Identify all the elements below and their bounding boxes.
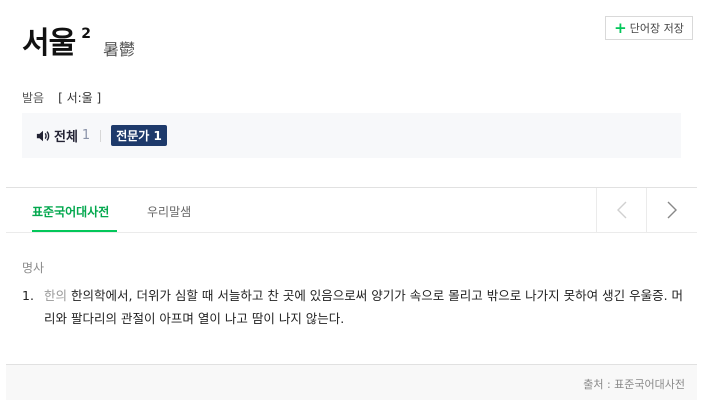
pronunciation-value: [ 서:울 ] [58, 91, 102, 105]
pronunciation-row: 발음 [ 서:울 ] [22, 89, 101, 106]
chevron-right-icon [667, 201, 677, 219]
headword: 서울 [22, 26, 76, 61]
save-button-label: 단어장 저장 [629, 22, 684, 35]
homonym-number: 2 [81, 26, 91, 42]
chevron-left-icon [617, 201, 627, 219]
field-tag[interactable]: 한의 [44, 288, 67, 303]
speaker-icon[interactable] [36, 129, 50, 143]
hanja: 暑鬱 [102, 40, 135, 59]
expert-audio-badge[interactable]: 전문가 1 [111, 125, 167, 146]
previous-button[interactable] [596, 188, 647, 232]
part-of-speech: 명사 [22, 261, 45, 275]
entry-title: 서울 2 暑鬱 [22, 24, 135, 64]
tabs-divider-top [6, 187, 697, 188]
definition-body: 한의 한의학에서, 더위가 심할 때 서늘하고 찬 곳에 있음으로써 양기가 속으… [44, 284, 692, 330]
source-label: 출처 : 표준국어대사전 [583, 378, 685, 391]
audio-all-label[interactable]: 전체 [54, 126, 78, 145]
divider [100, 129, 102, 142]
save-to-wordbook-button[interactable]: + 단어장 저장 [605, 16, 693, 40]
next-button[interactable] [646, 188, 697, 232]
audio-all-count: 1 [81, 128, 91, 143]
pronunciation-audio-box: 전체 1 전문가 1 [22, 113, 681, 158]
footer: 출처 : 표준국어대사전 [6, 364, 697, 400]
tabs-divider-bottom [6, 232, 697, 233]
pronunciation-label: 발음 [22, 91, 45, 105]
tab-standard-dictionary[interactable]: 표준국어대사전 [32, 203, 109, 220]
plus-icon: + [614, 18, 627, 37]
definition-item: 1. 한의 한의학에서, 더위가 심할 때 서늘하고 찬 곳에 있음으로써 양기가… [22, 284, 692, 330]
tab-urimalsaem[interactable]: 우리말샘 [147, 203, 191, 220]
definition-text: 한의학에서, 더위가 심할 때 서늘하고 찬 곳에 있음으로써 양기가 속으로 … [44, 288, 684, 326]
definition-number: 1. [22, 288, 34, 303]
